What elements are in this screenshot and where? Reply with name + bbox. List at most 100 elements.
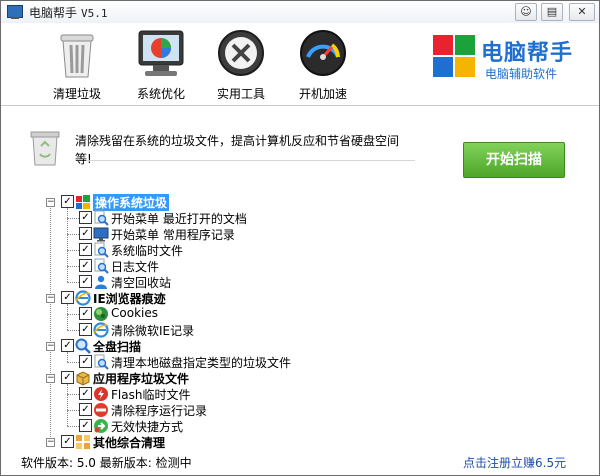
item-label[interactable]: 清除程序运行记录	[111, 402, 207, 419]
group-label[interactable]: 其他综合清理	[93, 434, 165, 451]
item-checkbox[interactable]: ✓	[79, 211, 92, 224]
item-label[interactable]: 清理本地磁盘指定类型的垃圾文件	[111, 354, 291, 371]
tree-connector	[67, 250, 79, 251]
item-label[interactable]: Cookies	[111, 306, 158, 320]
group-checkbox[interactable]: ✓	[61, 291, 74, 304]
item-checkbox[interactable]: ✓	[79, 227, 92, 240]
tree-connector	[67, 208, 68, 282]
feedback-button[interactable]: ☺	[515, 3, 537, 21]
tree-connector	[67, 218, 79, 219]
tree-connector	[67, 426, 79, 427]
main-window: 电脑帮手 V5.1 ☺ ▤ ✕ 清理垃圾 系统优化 实用工具 开机加速 电脑帮手…	[0, 0, 600, 476]
item-label[interactable]: 系统临时文件	[111, 242, 183, 259]
ie-icon	[93, 322, 109, 338]
tree-connector	[67, 282, 79, 283]
search-document-icon	[93, 258, 109, 274]
close-button[interactable]: ✕	[569, 3, 595, 21]
group-expander[interactable]: −	[46, 342, 55, 351]
group-label[interactable]: 应用程序垃圾文件	[93, 370, 189, 387]
item-label[interactable]: 清除微软IE记录	[111, 322, 194, 339]
item-checkbox[interactable]: ✓	[79, 259, 92, 272]
tools-icon	[218, 30, 264, 76]
tree-connector	[50, 203, 51, 443]
monitor-icon	[138, 30, 184, 76]
item-checkbox[interactable]: ✓	[79, 419, 92, 432]
group-checkbox[interactable]: ✓	[61, 371, 74, 384]
tool-utilities-label: 实用工具	[216, 87, 265, 101]
window-title: 电脑帮手 V5.1	[29, 4, 108, 21]
item-checkbox[interactable]: ✓	[79, 387, 92, 400]
tree-connector	[67, 384, 68, 426]
user-icon	[93, 274, 109, 290]
app-icon	[7, 5, 23, 19]
tool-system-optimize-label: 系统优化	[136, 87, 185, 101]
info-bar: 清除残留在系统的垃圾文件，提高计算机反应和节省硬盘空间等! 开始扫描	[1, 106, 599, 184]
clean-description: 清除残留在系统的垃圾文件，提高计算机反应和节省硬盘空间等!	[75, 132, 415, 166]
item-label[interactable]: 开始菜单 最近打开的文档	[111, 210, 247, 227]
title-bar: 电脑帮手 V5.1 ☺ ▤ ✕	[1, 1, 599, 23]
tree-connector	[67, 234, 79, 235]
group-label[interactable]: 全盘扫描	[93, 338, 141, 355]
version-status: 软件版本: 5.0 最新版本: 检测中	[21, 456, 192, 470]
tool-boot-speedup-label: 开机加速	[298, 87, 347, 101]
item-checkbox[interactable]: ✓	[79, 307, 92, 320]
group-expander[interactable]: −	[46, 294, 55, 303]
windows-logo-icon	[75, 194, 91, 210]
item-checkbox[interactable]: ✓	[79, 355, 92, 368]
item-checkbox[interactable]: ✓	[79, 323, 92, 336]
windows-logo-icon	[433, 35, 477, 79]
monitor-icon	[93, 226, 109, 242]
item-checkbox[interactable]: ✓	[79, 403, 92, 416]
group-label[interactable]: IE浏览器痕迹	[93, 290, 166, 307]
tree-connector	[67, 352, 68, 362]
tree-connector	[67, 362, 79, 363]
grid-icon	[75, 434, 91, 450]
tree-connector	[67, 410, 79, 411]
tree-connector	[67, 304, 68, 330]
start-scan-button[interactable]: 开始扫描	[463, 142, 565, 178]
item-checkbox[interactable]: ✓	[79, 243, 92, 256]
cookies-icon	[93, 306, 109, 322]
tree-connector	[67, 330, 79, 331]
tree-connector	[67, 266, 79, 267]
tool-utilities[interactable]: 实用工具	[201, 27, 281, 103]
group-expander[interactable]: −	[46, 374, 55, 383]
search-document-icon	[93, 210, 109, 226]
group-checkbox[interactable]: ✓	[61, 339, 74, 352]
package-icon	[75, 370, 91, 386]
ie-icon	[75, 290, 91, 306]
group-expander[interactable]: −	[46, 438, 55, 447]
group-checkbox[interactable]: ✓	[61, 195, 74, 208]
window-title-text: 电脑帮手	[29, 6, 78, 20]
trash-can-icon	[60, 34, 94, 78]
magnifier-icon	[75, 338, 91, 354]
item-label[interactable]: Flash临时文件	[111, 386, 190, 403]
group-expander[interactable]: −	[46, 198, 55, 207]
item-label[interactable]: 日志文件	[111, 258, 159, 275]
no-entry-icon	[93, 402, 109, 418]
menu-button[interactable]: ▤	[541, 3, 563, 21]
group-label[interactable]: 操作系统垃圾	[93, 194, 170, 211]
group-checkbox[interactable]: ✓	[61, 435, 74, 448]
speedometer-icon	[300, 30, 346, 76]
brand-logo: 电脑帮手 电脑辅助软件	[433, 35, 593, 85]
tool-system-optimize[interactable]: 系统优化	[121, 27, 201, 103]
search-document-icon	[93, 242, 109, 258]
item-label[interactable]: 清空回收站	[111, 274, 171, 291]
shortcut-icon	[93, 418, 109, 434]
item-label[interactable]: 无效快捷方式	[111, 418, 183, 435]
register-link[interactable]: 点击注册立赚6.5元	[463, 454, 566, 471]
tool-clean-junk[interactable]: 清理垃圾	[37, 27, 117, 103]
brand-subtitle: 电脑辅助软件	[485, 67, 558, 81]
tree-connector	[67, 394, 79, 395]
tool-boot-speedup[interactable]: 开机加速	[283, 27, 363, 103]
item-checkbox[interactable]: ✓	[79, 275, 92, 288]
window-version: V5.1	[81, 7, 108, 20]
recycle-bin-icon	[30, 131, 60, 166]
brand-name: 电脑帮手	[481, 41, 574, 66]
tool-clean-junk-label: 清理垃圾	[52, 87, 101, 101]
cleanup-tree: − ✓ 操作系统垃圾 ✓ 开始菜单 最近打开的文档 ✓ 开始菜单 常用程序记录 ✓ 系统临时文件…	[1, 184, 599, 451]
status-bar: 软件版本: 5.0 最新版本: 检测中 点击注册立赚6.5元	[1, 451, 599, 475]
tree-connector	[67, 314, 79, 315]
item-label[interactable]: 开始菜单 常用程序记录	[111, 226, 235, 243]
